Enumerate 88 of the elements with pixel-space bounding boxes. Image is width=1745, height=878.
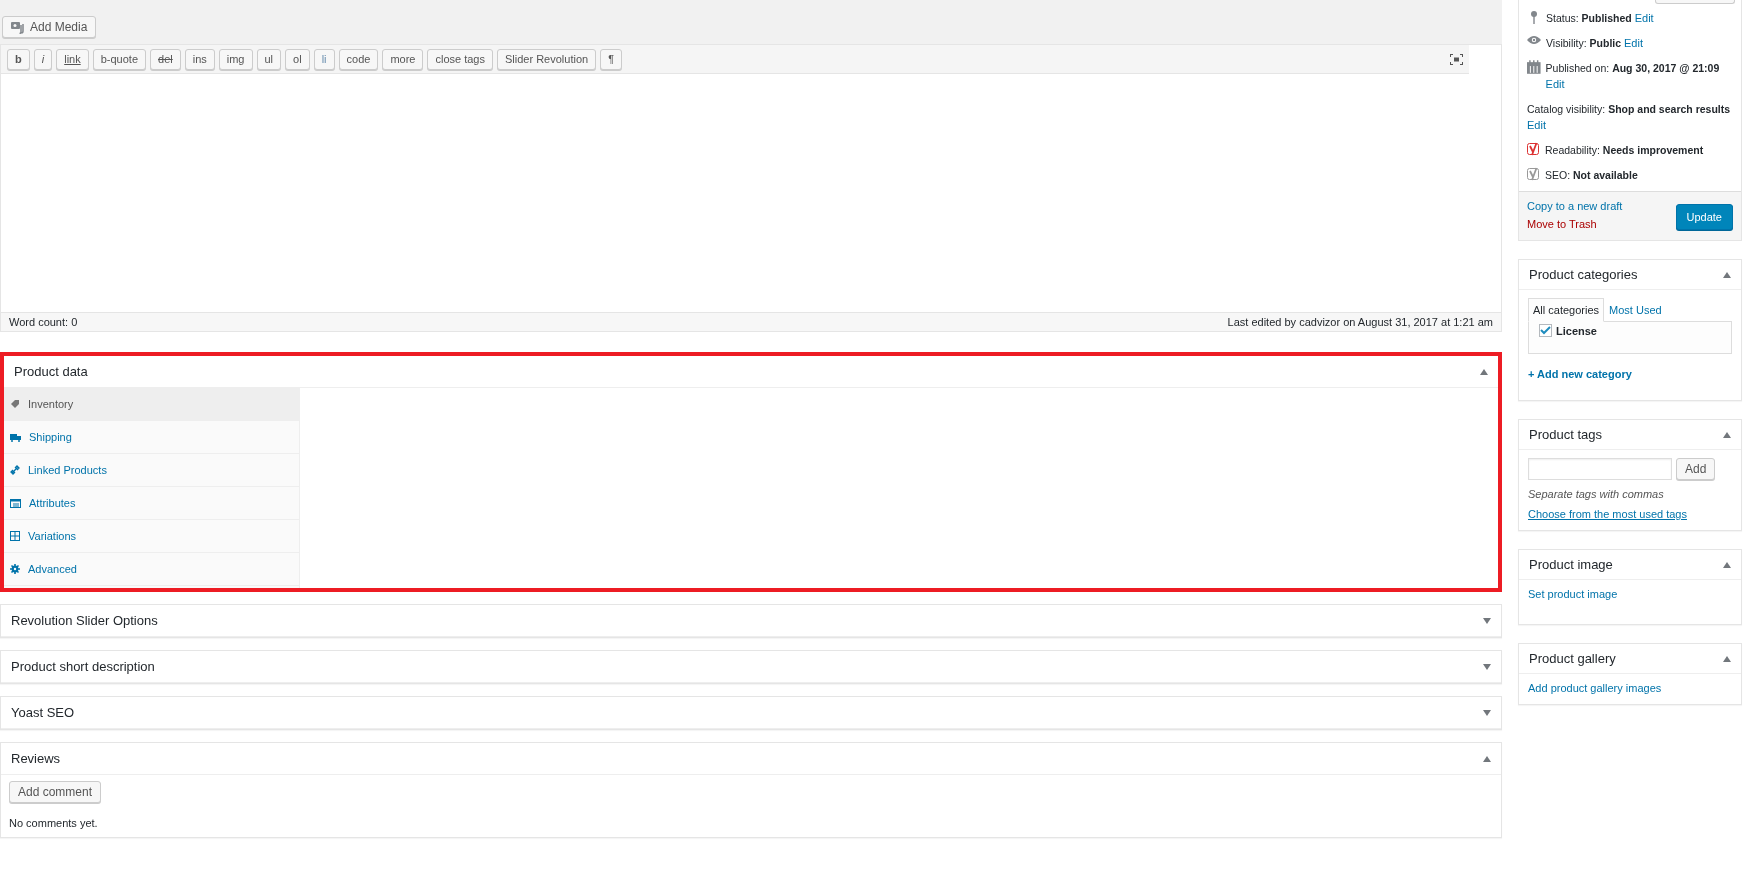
panel-header[interactable]: Product image xyxy=(1519,550,1741,580)
format-button[interactable]: ul xyxy=(256,48,282,70)
format-button[interactable]: i xyxy=(33,48,53,70)
edit-link[interactable]: Edit xyxy=(1624,37,1643,49)
empty-note: No comments yet. xyxy=(9,817,98,829)
toggle-arrow-icon[interactable] xyxy=(1483,663,1491,670)
yoast-logo-icon xyxy=(1527,167,1540,181)
toggle-arrow-icon[interactable] xyxy=(1723,431,1731,438)
format-button[interactable]: code xyxy=(338,48,379,70)
format-button[interactable]: ol xyxy=(285,48,310,70)
tags-hint: Separate tags with commas xyxy=(1528,488,1665,500)
panel-title: Yoast SEO xyxy=(11,705,75,720)
panel-title: Product data xyxy=(14,364,88,379)
checkbox[interactable] xyxy=(1539,324,1552,337)
panel-title: Product categories xyxy=(1529,267,1638,282)
toggle-arrow-icon[interactable] xyxy=(1483,617,1491,624)
panel-header[interactable]: Product categories xyxy=(1519,260,1741,290)
format-button[interactable]: Slider Revolution xyxy=(496,48,597,70)
panel-title: Product gallery xyxy=(1529,651,1616,666)
tag-icon xyxy=(10,399,20,409)
add-gallery-link[interactable]: Add product gallery images xyxy=(1528,682,1732,694)
category-tab[interactable]: Most Used xyxy=(1604,298,1667,322)
publish-status-text: Readability: Needs improvement xyxy=(1545,143,1704,158)
last-edited-note: Last edited by cadvizor on August 31, 2017 at 1:21 am xyxy=(1227,316,1493,328)
panel-header[interactable]: Product tags xyxy=(1519,420,1741,450)
product-data-tab[interactable]: Variations xyxy=(4,520,299,553)
add-tag-button[interactable]: Add xyxy=(1676,458,1716,480)
format-button[interactable]: del xyxy=(150,48,181,70)
edit-link[interactable]: Edit xyxy=(1527,119,1546,131)
trash-link[interactable]: Move to Trash xyxy=(1527,218,1623,230)
list-icon xyxy=(10,498,21,508)
publish-status-text: Catalog visibility: Shop and search results Edit xyxy=(1527,102,1732,133)
checkmark-icon xyxy=(1540,326,1551,335)
settings-icon xyxy=(10,564,20,574)
media-icon xyxy=(11,20,25,34)
truck-icon xyxy=(10,432,21,442)
product-data-tab[interactable]: Inventory xyxy=(4,388,299,421)
panel-title: Product short description xyxy=(11,659,155,674)
product-data-tab[interactable]: Shipping xyxy=(4,421,299,454)
toggle-arrow-icon[interactable] xyxy=(1483,709,1491,716)
grid-icon xyxy=(10,531,20,541)
publish-status-text: Published on: Aug 30, 2017 @ 21:09 Edit xyxy=(1545,61,1721,92)
eye-icon xyxy=(1527,35,1541,45)
panel-header[interactable]: Reviews xyxy=(1,743,1501,775)
add-category-link[interactable]: + Add new category xyxy=(1528,368,1732,380)
panel-title: Revolution Slider Options xyxy=(11,613,158,628)
format-button[interactable]: b xyxy=(7,48,30,70)
product-data-tab[interactable]: Advanced xyxy=(4,553,299,586)
yoast-logo-icon xyxy=(1527,142,1540,156)
publish-status-text: SEO: Not available xyxy=(1545,168,1638,183)
fullscreen-icon[interactable] xyxy=(1450,53,1463,65)
toggle-arrow-icon[interactable] xyxy=(1723,561,1731,568)
product-data-tab[interactable]: Linked Products xyxy=(4,454,299,487)
chain-link-icon xyxy=(10,465,20,475)
format-button[interactable]: close tags xyxy=(427,48,493,70)
toggle-arrow-icon[interactable] xyxy=(1483,755,1491,762)
word-count: Word count: 0 xyxy=(9,316,78,328)
toggle-arrow-icon[interactable] xyxy=(1723,271,1731,278)
publish-status-text: Visibility: Public Edit xyxy=(1546,36,1643,51)
format-button[interactable]: ins xyxy=(184,48,215,70)
panel-header[interactable]: Revolution Slider Options xyxy=(1,605,1501,637)
update-button[interactable]: Update xyxy=(1675,204,1733,230)
edit-link[interactable]: Edit xyxy=(1545,78,1565,90)
panel-header[interactable]: Product gallery xyxy=(1519,644,1741,674)
panel-title: Reviews xyxy=(11,751,61,766)
format-button[interactable]: more xyxy=(382,48,424,70)
toggle-arrow-icon[interactable] xyxy=(1723,655,1731,662)
category-label: License xyxy=(1556,324,1597,337)
format-button[interactable]: ¶ xyxy=(600,48,623,70)
copy-draft-link[interactable]: Copy to a new draft xyxy=(1527,200,1623,212)
toggle-arrow-icon[interactable] xyxy=(1480,368,1488,375)
tag-input-field[interactable] xyxy=(1528,458,1672,480)
category-tab[interactable]: All categories xyxy=(1528,298,1605,322)
add-comment-button[interactable]: Add comment xyxy=(9,781,102,803)
format-button[interactable]: link xyxy=(56,48,89,70)
panel-title: Product tags xyxy=(1529,427,1602,442)
publish-status-text: Status: Published Edit xyxy=(1546,11,1654,26)
panel-header[interactable]: Product short description xyxy=(1,651,1501,683)
most-used-tags-link[interactable]: Choose from the most used tags xyxy=(1528,508,1732,520)
add-media-button[interactable]: Add Media xyxy=(2,16,97,38)
panel-title: Product image xyxy=(1529,557,1613,572)
panel-header[interactable]: Yoast SEO xyxy=(1,697,1501,729)
product-data-tab[interactable]: Attributes xyxy=(4,487,299,520)
edit-link[interactable]: Edit xyxy=(1634,12,1654,24)
format-button[interactable]: b-quote xyxy=(92,48,146,70)
format-button[interactable]: img xyxy=(218,48,253,70)
calendar-icon xyxy=(1527,60,1541,74)
set-image-link[interactable]: Set product image xyxy=(1528,588,1732,600)
